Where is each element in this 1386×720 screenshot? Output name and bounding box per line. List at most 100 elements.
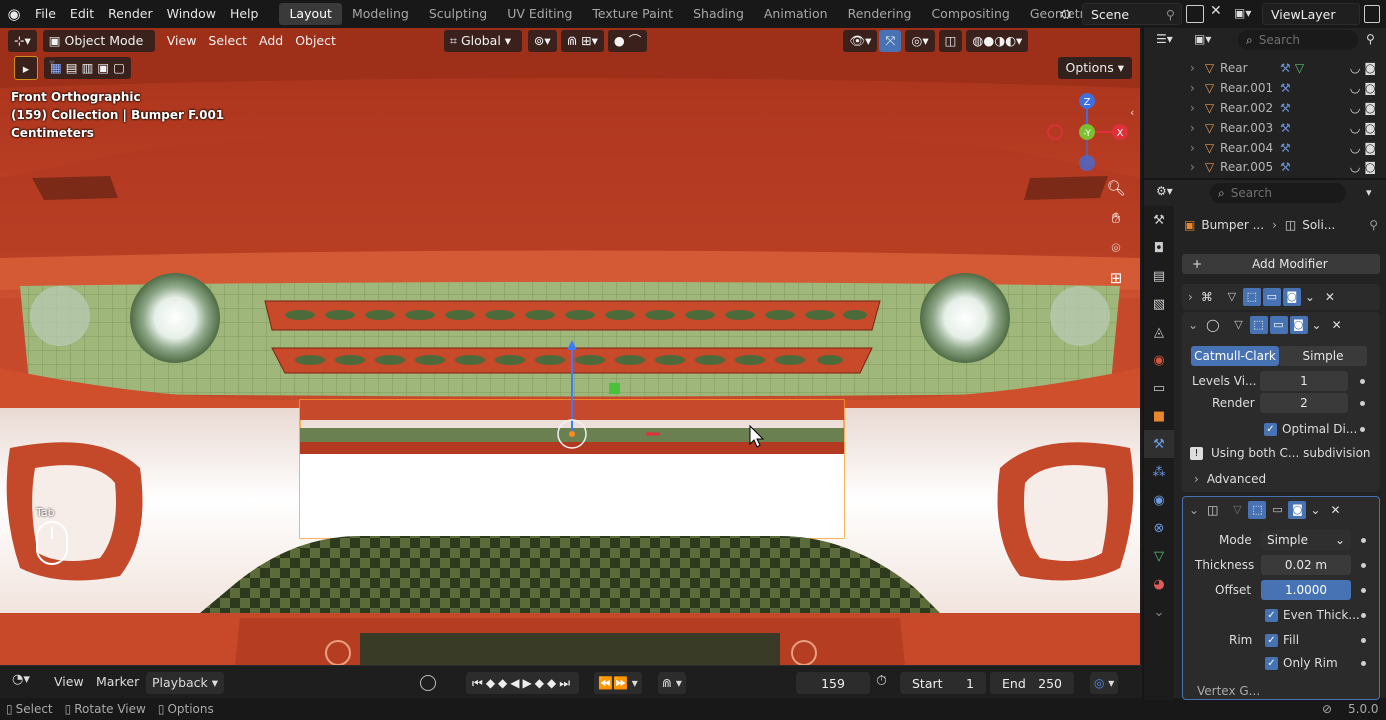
animate-dot[interactable]	[1361, 588, 1366, 593]
tab-output[interactable]: ▤	[1144, 262, 1174, 290]
solidify-mode-dropdown[interactable]: Simple ⌄	[1261, 530, 1351, 550]
add-modifier-button[interactable]: + Add Modifier	[1182, 254, 1380, 274]
transform-orientation-selector[interactable]: ⌗ Global ▾	[443, 30, 522, 52]
only-rim-checkbox[interactable]: ✓ Only Rim	[1265, 656, 1338, 670]
render-camera-icon[interactable]: ◙	[1364, 121, 1376, 135]
current-frame-field[interactable]: 159	[796, 672, 870, 694]
menu-view[interactable]: View	[161, 30, 203, 52]
tab-view-layer[interactable]: ▧	[1144, 290, 1174, 318]
view-layer-field[interactable]: ViewLayer	[1262, 3, 1360, 25]
snap-timeline-button[interactable]: ⋒ ▾	[658, 672, 686, 694]
animate-dot[interactable]	[1361, 638, 1366, 643]
list-item[interactable]: › ▽ Rear.002 ⚒ ◡ ◙	[1144, 98, 1384, 118]
menu-window[interactable]: Window	[160, 0, 223, 28]
tab-world[interactable]: ◉	[1144, 346, 1174, 374]
tab-texture[interactable]: ⌄	[1144, 598, 1174, 626]
outliner-display-mode[interactable]: ▣▾	[1194, 32, 1211, 46]
expand-arrow-icon[interactable]: ›	[1190, 61, 1195, 75]
zoom-view-button[interactable]: 🔍︎	[1104, 176, 1128, 200]
start-frame-field[interactable]: Start 1	[900, 672, 986, 694]
render-camera-icon[interactable]: ◙	[1364, 81, 1376, 95]
navigation-gizmo[interactable]: Z -Y X	[1042, 88, 1132, 178]
tab-rendering[interactable]: Rendering	[838, 3, 922, 25]
tab-layout[interactable]: Layout	[279, 3, 342, 25]
collapse-arrow-icon[interactable]: ⌄	[1188, 318, 1198, 332]
toggle-ortho-button[interactable]: ⊞	[1104, 266, 1128, 290]
expand-arrow-icon[interactable]: ›	[1190, 81, 1195, 95]
tab-tool[interactable]: ⚒	[1144, 206, 1174, 234]
edit-mode-toggle[interactable]: ▽	[1223, 288, 1241, 306]
scene-selector[interactable]: ⛭	[1052, 3, 1080, 25]
menu-object[interactable]: Object	[289, 30, 342, 52]
advanced-subpanel-header[interactable]: › Advanced	[1194, 472, 1266, 486]
tab-uv-editing[interactable]: UV Editing	[497, 3, 582, 25]
chevron-down-icon[interactable]: ⌄	[1310, 503, 1320, 517]
collapse-arrow-icon[interactable]: ⌄	[1189, 503, 1199, 517]
list-item[interactable]: › ▽ Rear ⚒ ▽ ◡ ◙	[1144, 58, 1384, 78]
clock-toggle[interactable]: ⏱	[876, 673, 887, 689]
proportional-edit-button[interactable]: ● ⌒	[607, 30, 648, 52]
properties-options-button[interactable]: ▾	[1366, 186, 1372, 199]
playback-dropdown[interactable]: Playback ▾	[146, 672, 225, 694]
expand-arrow-icon[interactable]: ›	[1190, 121, 1195, 135]
outliner-filter-button[interactable]: ⚲	[1366, 32, 1375, 46]
new-view-layer-button[interactable]	[1364, 5, 1380, 23]
render-camera-icon[interactable]: ◙	[1364, 141, 1376, 155]
menu-select[interactable]: Select	[202, 30, 253, 52]
remove-scene-button[interactable]: ✕	[1210, 3, 1222, 19]
pin-icon[interactable]: ⚲	[1166, 7, 1175, 22]
tab-collection[interactable]: ▭	[1144, 374, 1174, 402]
blender-logo-icon[interactable]: ◉	[0, 0, 28, 28]
visibility-eye-icon[interactable]: ◡	[1350, 160, 1360, 174]
optimal-display-checkbox[interactable]: ✓ Optimal Di...	[1264, 422, 1357, 436]
menu-edit[interactable]: Edit	[63, 0, 101, 28]
animate-dot[interactable]	[1361, 613, 1366, 618]
pin-icon[interactable]: ⚲	[1369, 218, 1378, 232]
render-toggle[interactable]: ◙	[1289, 316, 1308, 334]
active-tool-button[interactable]: ▸	[14, 56, 38, 80]
properties-editor-type[interactable]: ⚙▾	[1156, 184, 1173, 198]
list-item[interactable]: › ▽ Rear.001 ⚒ ◡ ◙	[1144, 78, 1384, 98]
tab-constraints[interactable]: ⊗	[1144, 514, 1174, 542]
tab-render[interactable]: ◘	[1144, 234, 1174, 262]
camera-view-button[interactable]: ⌾	[1104, 236, 1128, 260]
properties-search-input[interactable]: ⌕ Search	[1210, 183, 1346, 203]
viewport-toggle[interactable]: ▭	[1269, 316, 1288, 334]
list-item[interactable]: › ▽ Rear.003 ⚒ ◡ ◙	[1144, 118, 1384, 138]
expand-arrow-icon[interactable]: ›	[1190, 101, 1195, 115]
viewport-toggle[interactable]: ▭	[1262, 288, 1281, 306]
overlays-button[interactable]: ◎▾	[905, 30, 935, 52]
animate-dot[interactable]	[1360, 379, 1365, 384]
list-item[interactable]: › ▽ Rear.005 ⚒ ◡ ◙	[1144, 158, 1384, 176]
tab-animation[interactable]: Animation	[754, 3, 838, 25]
edit-mode-toggle[interactable]: ▽	[1230, 316, 1248, 334]
tab-modifiers[interactable]: ⚒	[1144, 430, 1174, 458]
even-thickness-checkbox[interactable]: ✓ Even Thick...	[1265, 608, 1360, 622]
timeline-menu-marker[interactable]: Marker	[96, 674, 139, 689]
thickness-field[interactable]: 0.02 m	[1261, 555, 1351, 575]
prev-keyframe-icon[interactable]: ◆◆	[486, 676, 510, 690]
jump-start-icon[interactable]: ⏮	[472, 676, 486, 690]
play-reverse-icon[interactable]: ◀	[510, 676, 522, 690]
tab-texture-paint[interactable]: Texture Paint	[582, 3, 683, 25]
render-levels-field[interactable]: 2	[1260, 393, 1348, 413]
options-dropdown[interactable]: Options ▾	[1057, 57, 1132, 79]
expand-arrow-icon[interactable]: ›	[1190, 160, 1195, 174]
scene-name-field[interactable]: Scene ⚲	[1082, 3, 1182, 25]
render-camera-icon[interactable]: ◙	[1364, 101, 1376, 115]
visibility-eye-icon[interactable]: ◡	[1350, 141, 1360, 155]
outliner-search-input[interactable]: ⌕ Search	[1238, 30, 1358, 50]
render-toggle[interactable]: ◙	[1282, 288, 1301, 306]
close-icon[interactable]: ✕	[1332, 318, 1342, 332]
list-item[interactable]: › ▽ Rear.004 ⚒ ◡ ◙	[1144, 138, 1384, 158]
visibility-button[interactable]: 👁▾	[843, 30, 878, 52]
visibility-eye-icon[interactable]: ◡	[1350, 81, 1360, 95]
edit-mode-toggle[interactable]: ▽	[1228, 501, 1246, 519]
tab-particles[interactable]: ⁂	[1144, 458, 1174, 486]
tab-sculpting[interactable]: Sculpting	[419, 3, 497, 25]
tab-physics[interactable]: ◉	[1144, 486, 1174, 514]
shading-buttons[interactable]: ◍●◑◐▾	[966, 30, 1029, 52]
chevron-down-icon[interactable]: ⌄	[1312, 318, 1322, 332]
animate-dot[interactable]	[1361, 538, 1366, 543]
sidebar-toggle[interactable]: ‹	[1130, 106, 1134, 119]
